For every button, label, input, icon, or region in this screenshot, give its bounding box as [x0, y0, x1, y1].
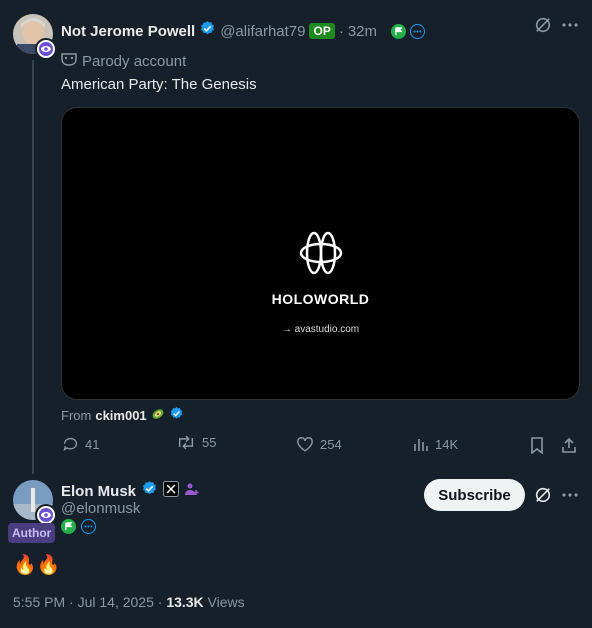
video-media[interactable]: HOLOWORLD → avastudio.com	[61, 107, 580, 400]
author-name[interactable]: Not Jerome Powell	[61, 23, 195, 40]
verified-icon	[169, 406, 184, 424]
reply-text: 🔥🔥	[13, 555, 61, 576]
more-badge-icon	[410, 23, 426, 39]
repost-button[interactable]: 55	[176, 434, 216, 451]
view-count: 14K	[435, 436, 459, 452]
people-badge-icon	[184, 481, 200, 502]
mask-icon	[61, 52, 77, 71]
timestamp[interactable]: 5:55 PM · Jul 14, 2025 ·	[13, 594, 166, 610]
author-handle[interactable]: @alifarhat79	[220, 23, 305, 40]
eye-badge-icon	[35, 38, 57, 60]
avocado-icon	[151, 407, 165, 424]
bookmark-icon[interactable]	[528, 436, 546, 454]
more-options-icon[interactable]	[559, 14, 581, 36]
flag-badge-icon	[61, 519, 76, 534]
reply-icon	[63, 437, 78, 452]
reply-button[interactable]: 41	[62, 436, 99, 453]
parody-label: Parody account	[61, 52, 186, 71]
separator: ·	[338, 22, 344, 40]
heart-icon	[297, 437, 313, 452]
x-affiliate-icon	[163, 480, 180, 502]
repost-count: 55	[202, 435, 217, 450]
subscribe-button[interactable]: Subscribe	[424, 479, 525, 511]
op-badge: OP	[309, 23, 335, 39]
views-button[interactable]: 14K	[413, 436, 458, 452]
like-button[interactable]: 254	[296, 436, 342, 453]
author-name[interactable]: Elon Musk	[61, 483, 136, 500]
from-line: From ckim001	[61, 406, 184, 424]
parody-text: Parody account	[82, 53, 187, 70]
analytics-icon	[414, 439, 428, 451]
repost-icon	[178, 435, 194, 450]
verified-icon	[141, 480, 158, 502]
reply-badges	[61, 519, 96, 534]
post-header: Not Jerome Powell @alifarhat79 OP · 32m	[61, 20, 426, 42]
grok-icon[interactable]	[532, 484, 554, 506]
post-time[interactable]: 32m	[348, 23, 377, 40]
avatar-not-jerome-powell[interactable]	[13, 14, 57, 60]
timestamp-line: 5:55 PM · Jul 14, 2025 · 13.3K Views	[13, 594, 245, 610]
reply-header: Elon Musk	[61, 480, 200, 502]
thread-line	[32, 60, 34, 474]
from-account[interactable]: ckim001	[95, 408, 146, 423]
share-icon[interactable]	[560, 436, 578, 454]
flag-badge-icon	[391, 23, 407, 39]
reply-handle[interactable]: @elonmusk	[61, 500, 140, 517]
media-brand: HOLOWORLD	[271, 291, 370, 307]
author-tag: Author	[8, 523, 56, 543]
more-options-icon[interactable]	[559, 484, 581, 506]
media-link: → avastudio.com	[281, 324, 360, 335]
avatar-elon-musk[interactable]	[13, 480, 57, 526]
more-badge-icon	[81, 519, 96, 534]
from-prefix: From	[61, 407, 92, 423]
grok-icon[interactable]	[532, 14, 554, 36]
reply-count: 41	[85, 437, 100, 452]
views-count: 13.3K	[166, 594, 204, 610]
verified-icon	[199, 20, 216, 42]
post-text: American Party: The Genesis	[61, 76, 257, 93]
like-count: 254	[320, 437, 342, 452]
views-label: Views	[203, 594, 245, 610]
holoworld-logo-icon	[298, 230, 344, 281]
